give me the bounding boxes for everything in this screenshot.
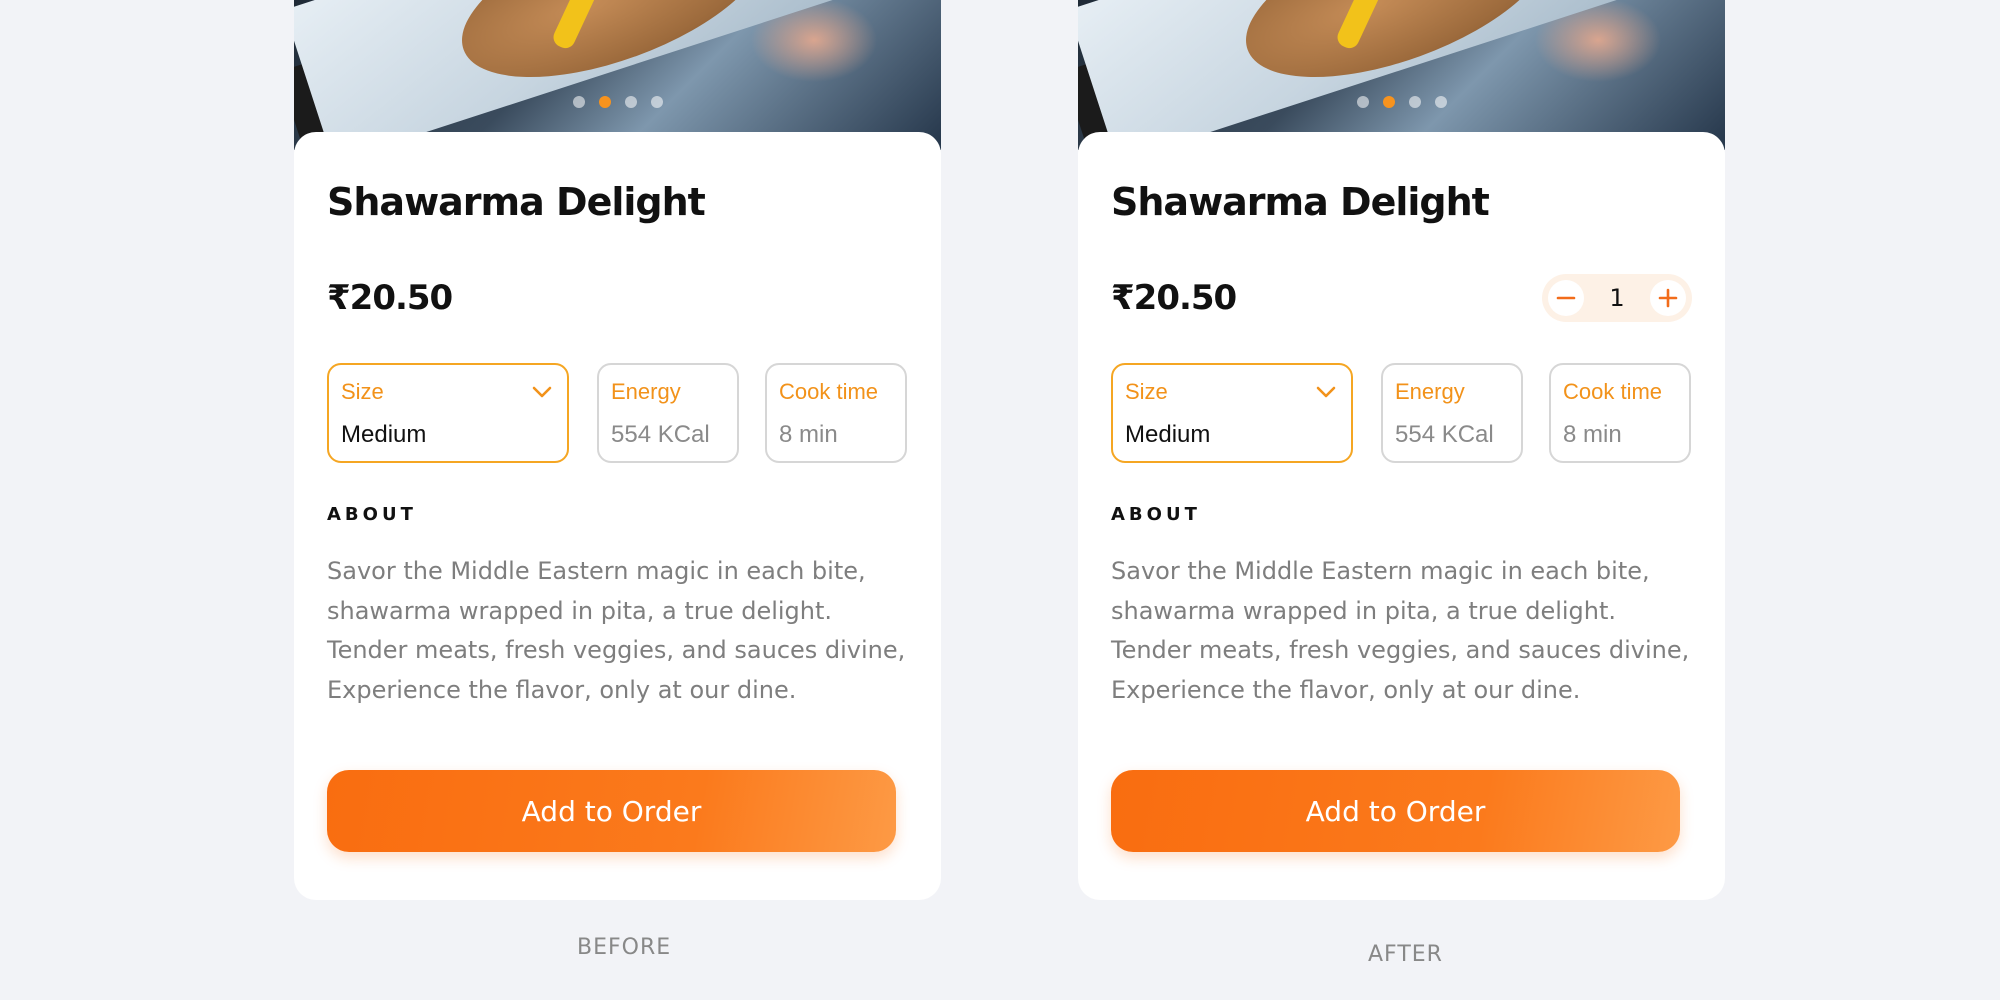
energy-label: Energy bbox=[611, 379, 681, 404]
carousel-dot-active[interactable] bbox=[598, 96, 611, 108]
about-line: Savor the Middle Eastern magic in each b… bbox=[327, 557, 866, 585]
size-value: Medium bbox=[1125, 421, 1211, 448]
carousel-dot[interactable] bbox=[1408, 96, 1421, 108]
about-description: Savor the Middle Eastern magic in each b… bbox=[327, 552, 906, 710]
after-panel: Shawarma Delight ₹20.50 1 Size Medium En… bbox=[1078, 0, 1725, 900]
increment-button[interactable] bbox=[1650, 280, 1686, 316]
carousel-dot[interactable] bbox=[624, 96, 637, 108]
about-line: Tender meats, fresh veggies, and sauces … bbox=[327, 636, 906, 664]
carousel-dots bbox=[294, 96, 941, 108]
before-panel: Shawarma Delight ₹20.50 Size Medium Ener… bbox=[294, 0, 941, 900]
about-description: Savor the Middle Eastern magic in each b… bbox=[1111, 552, 1690, 710]
energy-label: Energy bbox=[1395, 379, 1465, 404]
add-to-order-button[interactable]: Add to Order bbox=[327, 770, 896, 852]
product-price: ₹20.50 bbox=[1111, 278, 1237, 318]
chevron-down-icon bbox=[532, 386, 552, 398]
chevron-down-icon bbox=[1316, 386, 1336, 398]
quantity-value: 1 bbox=[1609, 284, 1625, 312]
about-heading: ABOUT bbox=[327, 504, 417, 525]
product-attributes: Size Medium Energy 554 KCal Cook time 8 … bbox=[1111, 363, 1691, 463]
about-heading: ABOUT bbox=[1111, 504, 1201, 525]
about-line: shawarma wrapped in pita, a true delight… bbox=[327, 596, 833, 625]
decrement-button[interactable] bbox=[1548, 280, 1584, 316]
product-title: Shawarma Delight bbox=[1111, 180, 1490, 224]
product-title: Shawarma Delight bbox=[327, 180, 706, 224]
about-line: shawarma wrapped in pita, a true delight… bbox=[1111, 596, 1617, 625]
carousel-dot[interactable] bbox=[1434, 96, 1447, 108]
carousel-dot[interactable] bbox=[1356, 96, 1369, 108]
cook-time-label: Cook time bbox=[779, 379, 879, 404]
after-caption: AFTER bbox=[1368, 942, 1443, 967]
food-image bbox=[294, 0, 941, 150]
size-label: Size bbox=[1125, 379, 1168, 404]
energy-value: 554 KCal bbox=[1395, 421, 1494, 448]
cook-time-value: 8 min bbox=[779, 421, 838, 448]
about-line: Experience the flavor, only at our dine. bbox=[1111, 675, 1581, 704]
carousel-dots bbox=[1078, 96, 1725, 108]
before-caption: BEFORE bbox=[577, 935, 672, 960]
product-card: Shawarma Delight ₹20.50 Size Medium Ener… bbox=[294, 132, 941, 900]
carousel-dot[interactable] bbox=[650, 96, 663, 108]
product-price: ₹20.50 bbox=[327, 278, 453, 318]
about-line: Experience the flavor, only at our dine. bbox=[327, 675, 797, 704]
carousel-dot[interactable] bbox=[572, 96, 585, 108]
add-to-order-button[interactable]: Add to Order bbox=[1111, 770, 1680, 852]
cook-time-info: Cook time 8 min bbox=[765, 363, 907, 463]
quantity-stepper: 1 bbox=[1542, 274, 1692, 322]
size-value: Medium bbox=[341, 421, 427, 448]
cook-time-info: Cook time 8 min bbox=[1549, 363, 1691, 463]
about-line: Tender meats, fresh veggies, and sauces … bbox=[1111, 636, 1690, 664]
minus-icon bbox=[1556, 296, 1576, 300]
size-label: Size bbox=[341, 379, 384, 404]
energy-info: Energy 554 KCal bbox=[1381, 363, 1523, 463]
carousel-dot-active[interactable] bbox=[1382, 96, 1395, 108]
cook-time-value: 8 min bbox=[1563, 421, 1622, 448]
food-image bbox=[1078, 0, 1725, 150]
size-dropdown[interactable]: Size Medium bbox=[1111, 363, 1353, 463]
about-line: Savor the Middle Eastern magic in each b… bbox=[1111, 557, 1650, 585]
energy-info: Energy 554 KCal bbox=[597, 363, 739, 463]
cook-time-label: Cook time bbox=[1563, 379, 1663, 404]
product-attributes: Size Medium Energy 554 KCal Cook time 8 … bbox=[327, 363, 907, 463]
product-card: Shawarma Delight ₹20.50 1 Size Medium En… bbox=[1078, 132, 1725, 900]
size-dropdown[interactable]: Size Medium bbox=[327, 363, 569, 463]
energy-value: 554 KCal bbox=[611, 421, 710, 448]
plus-icon bbox=[1658, 288, 1678, 308]
